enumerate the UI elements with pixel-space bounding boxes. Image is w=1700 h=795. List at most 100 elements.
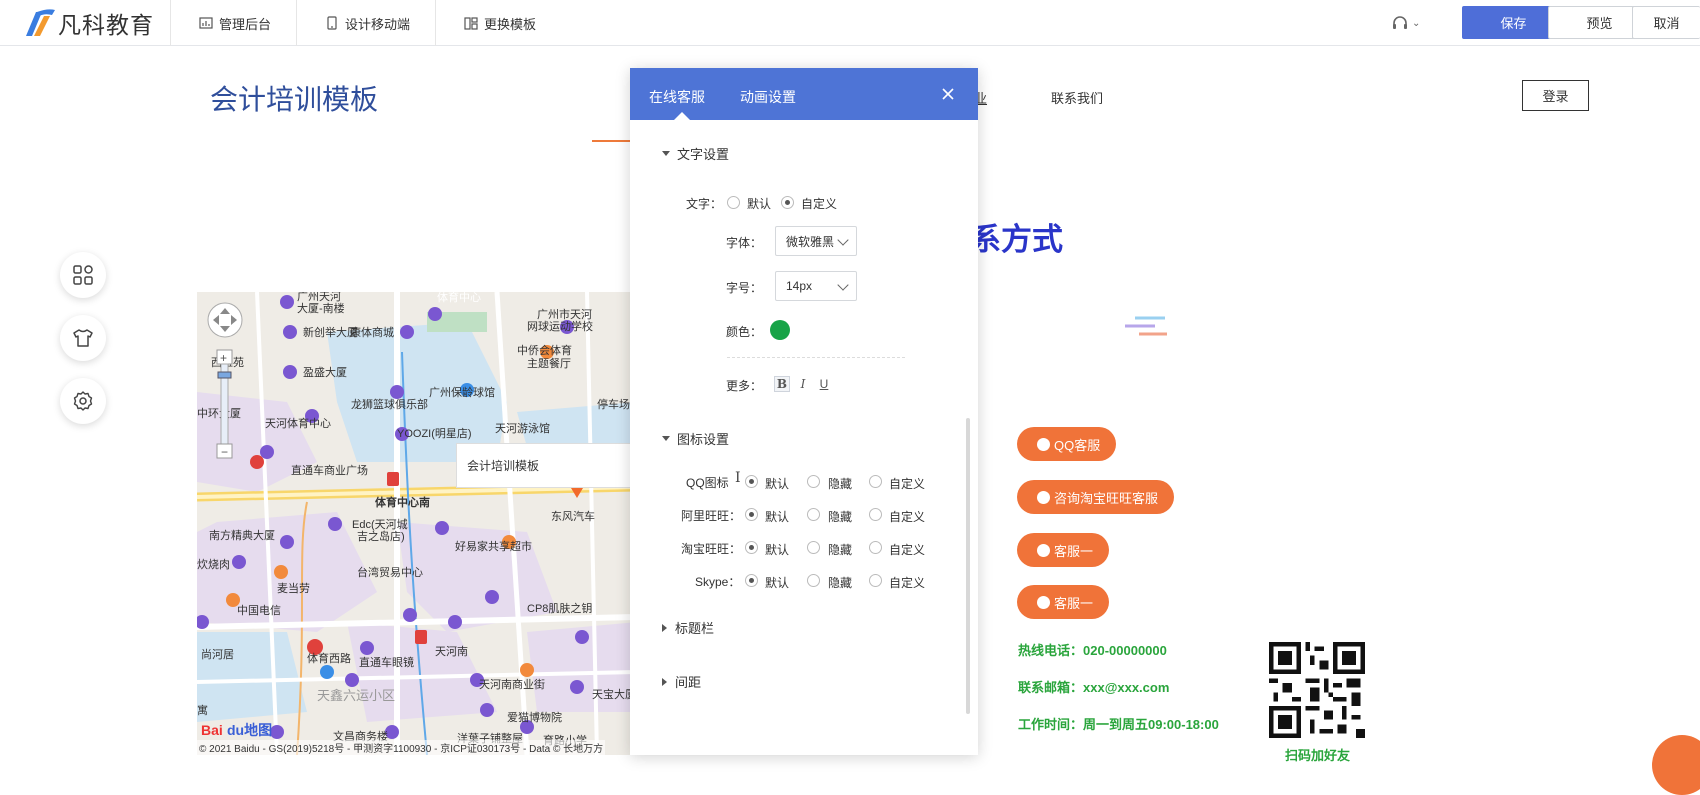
tab-animation-settings[interactable]: 动画设置 — [740, 87, 796, 107]
qq-custom-label: 自定义 — [889, 477, 926, 491]
svg-text:天河游泳馆: 天河游泳馆 — [495, 421, 550, 435]
svg-text:新创举大厦: 新创举大厦 — [303, 325, 358, 339]
tab-online-service[interactable]: 在线客服 — [649, 87, 705, 107]
text-label: 文字： — [686, 197, 723, 211]
svg-text:du地图: du地图 — [227, 722, 272, 738]
qq-hide-radio[interactable] — [807, 475, 820, 488]
taobaowangwang-default-radio[interactable] — [745, 541, 758, 554]
svg-text:吉之岛店): 吉之岛店) — [357, 529, 405, 543]
text-settings-section[interactable]: 文字设置 — [662, 144, 729, 163]
svg-text:CP8肌肤之钥: CP8肌肤之钥 — [527, 601, 592, 615]
icon-settings-section[interactable]: 图标设置 — [662, 429, 729, 448]
taobaowangwang-hide-radio[interactable] — [807, 541, 820, 554]
svg-text:+: + — [220, 351, 227, 365]
shirt-icon — [73, 329, 93, 347]
brand-logo[interactable]: 凡科教育 — [22, 6, 154, 40]
svg-text:天河南商业街: 天河南商业街 — [479, 677, 545, 691]
gear-icon — [73, 391, 93, 411]
cancel-button[interactable]: 取消 — [1632, 6, 1700, 39]
caret-down-icon — [662, 151, 670, 156]
color-swatch[interactable] — [770, 320, 790, 340]
aliwangwang-hide-radio[interactable] — [807, 508, 820, 521]
aliwangwang-default-radio[interactable] — [745, 508, 758, 521]
qq-custom-radio[interactable] — [869, 475, 882, 488]
modules-button[interactable] — [60, 252, 106, 298]
aliwangwang-custom-radio[interactable] — [869, 508, 882, 521]
headset-icon — [1393, 16, 1407, 29]
svg-text:广州保龄球馆: 广州保龄球馆 — [429, 385, 495, 399]
panel-scrollbar[interactable] — [966, 418, 970, 714]
skype-hide-radio[interactable] — [807, 574, 820, 587]
skype-custom-radio[interactable] — [869, 574, 882, 587]
skype-label: Skype： — [695, 575, 741, 589]
wangwang-icon — [1037, 543, 1050, 557]
bold-button[interactable]: B — [774, 376, 790, 392]
italic-button[interactable]: I — [795, 376, 811, 392]
icon-settings-title: 图标设置 — [677, 432, 730, 447]
aliwangwang-label: 阿里旺旺： — [681, 509, 742, 523]
login-button[interactable]: 登录 — [1522, 80, 1589, 111]
caret-down-icon — [662, 436, 670, 441]
top-toolbar: 凡科教育 管理后台 设计移动端 更换模板 ⌄ 保存 预览 取消 — [0, 0, 1700, 46]
map-popup-title: 会计培训模板 — [467, 459, 540, 473]
taobao-service-button[interactable]: 咨询淘宝旺旺客服 — [1017, 480, 1175, 514]
svg-text:炊烧肉: 炊烧肉 — [197, 558, 230, 571]
caret-right-icon — [662, 623, 667, 632]
baidu-map[interactable]: 广州天河大厦-南楼 体育中心 康体商城 广州市天河网球运动学校 新创举大厦西雅苑… — [197, 292, 637, 755]
spacing-section[interactable]: 间距 — [662, 672, 701, 691]
settings-button[interactable] — [60, 378, 106, 424]
underline-button[interactable]: U — [816, 376, 832, 392]
qq-service-button[interactable]: QQ客服 — [1017, 427, 1117, 461]
size-label: 字号： — [726, 281, 763, 295]
skype-custom-label: 自定义 — [889, 576, 926, 590]
service-one-button[interactable]: 客服一 — [1017, 533, 1110, 567]
aliwangwang-custom-label: 自定义 — [889, 510, 926, 524]
qq-icon — [1037, 437, 1050, 451]
text-default-radio[interactable] — [727, 196, 740, 209]
customer-service-button[interactable]: ⌄ — [1391, 12, 1421, 34]
chevron-down-icon: ⌄ — [1412, 17, 1421, 29]
svg-text:体育中心南: 体育中心南 — [375, 495, 430, 509]
text-custom-radio[interactable] — [781, 196, 794, 209]
color-label: 颜色： — [726, 325, 763, 339]
map-copyright: © 2021 Baidu - GS(2019)5218号 - 甲测资字11009… — [197, 740, 606, 755]
nav-item-contact[interactable]: 联系我们 — [1051, 88, 1103, 107]
grid-icon — [73, 265, 93, 285]
svg-text:体育西路: 体育西路 — [307, 651, 351, 665]
template-icon — [464, 17, 478, 30]
skype-default-radio[interactable] — [745, 574, 758, 587]
site-title[interactable]: 会计培训模板 — [210, 78, 378, 118]
active-tab-indicator — [674, 112, 690, 120]
svg-text:停车场: 停车场 — [597, 397, 630, 411]
hotline-text: 热线电话：020-00000000 — [1018, 643, 1167, 658]
map-canvas: 广州天河大厦-南楼 体育中心 康体商城 广州市天河网球运动学校 新创举大厦西雅苑… — [197, 292, 637, 755]
size-select[interactable]: 14px — [775, 271, 857, 301]
text-custom-label: 自定义 — [801, 197, 838, 211]
size-select-value: 14px — [786, 279, 813, 293]
taobaowangwang-custom-radio[interactable] — [869, 541, 882, 554]
bar-chart-icon — [199, 17, 213, 29]
panel-header: 在线客服 动画设置 — [630, 68, 978, 120]
svg-text:Edc(天河城: Edc(天河城 — [352, 518, 408, 531]
nav-mobile-design[interactable]: 设计移动端 — [296, 0, 410, 46]
svg-text:中国电信: 中国电信 — [237, 604, 281, 617]
qq-default-radio[interactable] — [745, 475, 758, 488]
titlebar-section[interactable]: 标题栏 — [662, 618, 714, 637]
service-one-label: 客服一 — [1054, 543, 1094, 559]
theme-button[interactable] — [60, 315, 106, 361]
email-text: 联系邮箱：xxx@xxx.com — [1018, 680, 1170, 695]
floating-service-button[interactable] — [1652, 735, 1700, 795]
chevron-down-icon — [837, 234, 849, 246]
skype-service-button[interactable]: 客服一 — [1017, 585, 1110, 619]
svg-text:−: − — [221, 445, 228, 459]
qq-default-label: 默认 — [765, 477, 790, 491]
nav-change-template[interactable]: 更换模板 — [435, 0, 536, 46]
svg-text:尚河居: 尚河居 — [201, 647, 234, 661]
nav-admin[interactable]: 管理后台 — [170, 0, 271, 46]
text-settings-title: 文字设置 — [677, 147, 730, 162]
spacing-section-title: 间距 — [675, 675, 702, 690]
svg-text:麦当劳: 麦当劳 — [277, 581, 310, 595]
font-select[interactable]: 微软雅黑 — [775, 226, 857, 256]
close-icon[interactable] — [938, 84, 958, 104]
decoration-lines-icon — [1125, 316, 1167, 336]
